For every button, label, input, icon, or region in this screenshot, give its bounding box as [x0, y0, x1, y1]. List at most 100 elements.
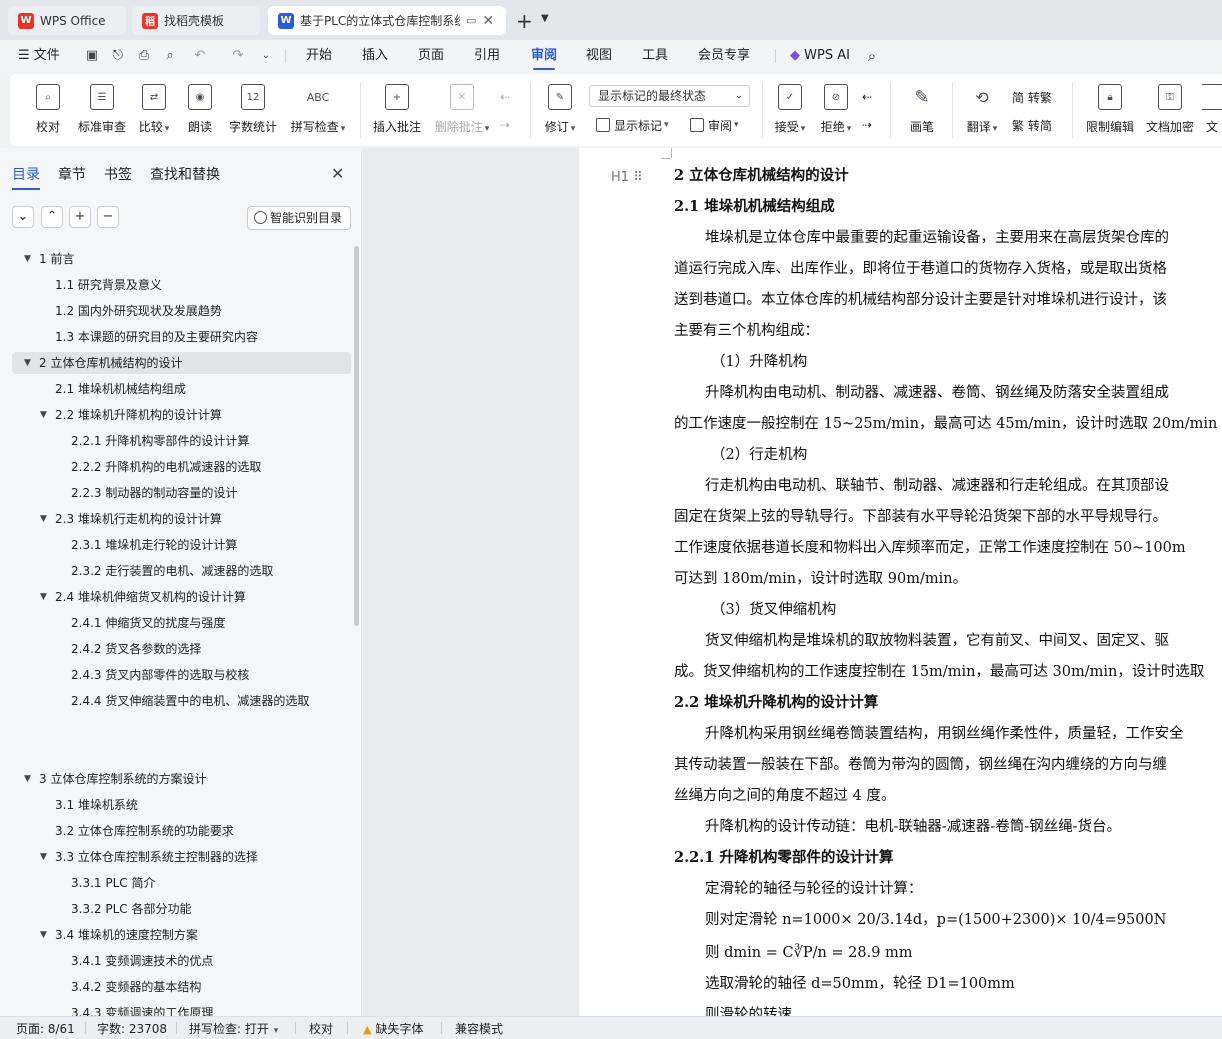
- toc-item[interactable]: 2.1 堆垛机机械结构组成: [0, 378, 350, 400]
- tab-bookmarks[interactable]: 书签: [104, 164, 132, 184]
- translate-button[interactable]: ⟲ 翻译 ▾: [964, 80, 1000, 140]
- collapse-up-button[interactable]: ⌃: [41, 206, 63, 228]
- toc-item[interactable]: 1.3 本课题的研究目的及主要研究内容: [0, 326, 350, 348]
- to-simplified-button[interactable]: 繁 转简: [1012, 114, 1052, 136]
- toc-item[interactable]: ▼ 2.3 堆垛机行走机构的设计计算: [0, 508, 350, 530]
- scrollbar[interactable]: [354, 246, 359, 626]
- tab-document[interactable]: W 基于PLC的立体式仓库控制系统 ▭ ✕: [268, 6, 506, 35]
- toc-item[interactable]: 2.3.1 堆垛机走行轮的设计计算: [0, 534, 350, 556]
- file-menu[interactable]: ☰ 文件: [18, 40, 60, 72]
- read-aloud-button[interactable]: ◉ 朗读: [184, 80, 216, 140]
- toc-item[interactable]: 3.3.2 PLC 各部分功能: [0, 898, 350, 920]
- proofread-status[interactable]: 校对: [309, 1020, 333, 1037]
- expand-toggle-icon[interactable]: ▼: [24, 248, 31, 270]
- toc-item[interactable]: 2.2.1 升降机构零部件的设计计算: [0, 430, 350, 452]
- menu-item-insert[interactable]: 插入: [362, 40, 388, 72]
- tab-chapters[interactable]: 章节: [58, 164, 86, 184]
- close-icon[interactable]: ✕: [331, 164, 344, 183]
- close-tab-icon[interactable]: ✕: [482, 13, 494, 29]
- delete-comment-button[interactable]: ✕ 删除批注 ▾: [432, 80, 492, 140]
- wps-ai-button[interactable]: ◆ WPS AI: [790, 40, 850, 72]
- menu-item-view[interactable]: 视图: [586, 40, 612, 72]
- toc-item[interactable]: 1.1 研究背景及意义: [0, 274, 350, 296]
- expand-toggle-icon[interactable]: ▼: [24, 352, 31, 374]
- previous-comment-icon[interactable]: ⇠: [500, 86, 510, 108]
- spell-check-button[interactable]: ABC 拼写检查 ▾: [288, 80, 348, 140]
- toc-item[interactable]: 3.1 堆垛机系统: [0, 794, 350, 816]
- menu-item-home[interactable]: 开始: [306, 40, 332, 72]
- standard-review-button[interactable]: ☰ 标准审查: [76, 80, 128, 140]
- doc-encrypt-button[interactable]: ⚿ 文档加密: [1144, 80, 1196, 140]
- document-area[interactable]: H1 ⠿ 2 立体仓库机械结构的设计 2.1 堆垛机机械结构组成 堆垛机是立体仓库中…: [363, 148, 1222, 1016]
- word-count-status[interactable]: 字数: 23708: [97, 1020, 167, 1037]
- share-icon[interactable]: ⎋: [110, 48, 126, 64]
- expand-toggle-icon[interactable]: ▼: [40, 924, 47, 946]
- accept-button[interactable]: ✓ 接受 ▾: [772, 80, 808, 140]
- review-pane-button[interactable]: 审阅 ▾: [690, 114, 739, 136]
- markup-state-select[interactable]: 显示标记的最终状态 ⌄: [589, 85, 750, 107]
- toc-item[interactable]: ▼ 3.4 堆垛机的速度控制方案: [0, 924, 350, 946]
- insert-comment-button[interactable]: + 插入批注: [372, 80, 422, 140]
- doc-more-button[interactable]: 文: [1202, 80, 1222, 140]
- search-icon[interactable]: ⌕: [864, 48, 880, 64]
- menu-item-references[interactable]: 引用: [474, 40, 500, 72]
- expand-toggle-icon[interactable]: ▼: [40, 846, 47, 868]
- toc-item[interactable]: 1.2 国内外研究现状及发展趋势: [0, 300, 350, 322]
- tab-find-replace[interactable]: 查找和替换: [150, 164, 220, 184]
- toc-item[interactable]: 3.4.1 变频调速技术的优点: [0, 950, 350, 972]
- save-icon[interactable]: ▣: [84, 48, 100, 64]
- toc-item[interactable]: 3.3.1 PLC 简介: [0, 872, 350, 894]
- toc-item[interactable]: 2.4.2 货叉各参数的选择: [0, 638, 350, 660]
- menu-item-tools[interactable]: 工具: [642, 40, 668, 72]
- toc-item[interactable]: ▼ 2 立体仓库机械结构的设计: [12, 352, 351, 374]
- expand-toggle-icon[interactable]: ▼: [40, 508, 47, 530]
- heading-marker[interactable]: H1 ⠿: [611, 170, 643, 185]
- expand-toggle-icon[interactable]: ▼: [40, 404, 47, 426]
- toc-item[interactable]: ▼ 3 立体仓库控制系统的方案设计: [0, 768, 350, 790]
- toc-item[interactable]: 2.2.3 制动器的制动容量的设计: [0, 482, 350, 504]
- next-change-icon[interactable]: ⇢: [862, 114, 872, 136]
- tab-wps-office[interactable]: W WPS Office: [8, 6, 126, 35]
- collapse-down-button[interactable]: ⌄: [12, 206, 34, 228]
- toc-item[interactable]: ▼ 3.3 立体仓库控制系统主控制器的选择: [0, 846, 350, 868]
- toc-item[interactable]: 2.3.2 走行装置的电机、减速器的选取: [0, 560, 350, 582]
- word-count-button[interactable]: 12 字数统计: [228, 80, 278, 140]
- reject-button[interactable]: ⊘ 拒绝 ▾: [818, 80, 854, 140]
- next-comment-icon[interactable]: ⇢: [500, 114, 510, 136]
- tab-toc[interactable]: 目录: [12, 164, 40, 190]
- add-heading-button[interactable]: +: [69, 206, 91, 228]
- toc-item[interactable]: ▼ 2.4 堆垛机伸缩货叉机构的设计计算: [0, 586, 350, 608]
- document-page[interactable]: H1 ⠿ 2 立体仓库机械结构的设计 2.1 堆垛机机械结构组成 堆垛机是立体仓库中…: [579, 148, 1222, 1016]
- toc-item[interactable]: 3.2 立体仓库控制系统的功能要求: [0, 820, 350, 842]
- page-indicator[interactable]: 页面: 8/61: [16, 1020, 75, 1037]
- expand-toggle-icon[interactable]: ▼: [24, 768, 31, 790]
- tab-list-chevron-icon[interactable]: ▼: [541, 13, 549, 24]
- toc-item[interactable]: 2.4.4 货叉伸缩装置中的电机、减速器的选取: [0, 690, 350, 712]
- proofread-button[interactable]: ⌕ 校对: [32, 80, 64, 140]
- menu-item-review[interactable]: 审阅: [531, 40, 557, 72]
- window-icon[interactable]: ▭: [466, 14, 476, 27]
- remove-heading-button[interactable]: −: [97, 206, 119, 228]
- menu-item-page[interactable]: 页面: [418, 40, 444, 72]
- missing-fonts-status[interactable]: ▲ 缺失字体: [363, 1020, 423, 1037]
- toc-item[interactable]: ▼ 2.2 堆垛机升降机构的设计计算: [0, 404, 350, 426]
- show-markup-button[interactable]: 显示标记 ▾: [596, 114, 669, 136]
- spell-check-status[interactable]: 拼写检查: 打开 ▾: [189, 1020, 278, 1037]
- toc-item[interactable]: 2.4.3 货叉内部零件的选取与校核: [0, 664, 350, 686]
- previous-change-icon[interactable]: ⇠: [862, 86, 872, 108]
- restrict-edit-button[interactable]: 🔒︎ 限制编辑: [1084, 80, 1136, 140]
- toc-item[interactable]: 3.4.2 变频器的基本结构: [0, 976, 350, 998]
- undo-icon[interactable]: ↶: [192, 48, 208, 64]
- toc-item[interactable]: 2.2.2 升降机构的电机减速器的选取: [0, 456, 350, 478]
- redo-icon[interactable]: ↷: [230, 48, 246, 64]
- new-tab-icon[interactable]: +: [516, 9, 533, 33]
- print-icon[interactable]: ⎙: [136, 48, 152, 64]
- more-chevron-icon[interactable]: ⌄: [258, 48, 274, 64]
- toc-item[interactable]: ▼ 1 前言: [0, 248, 350, 270]
- expand-toggle-icon[interactable]: ▼: [40, 586, 47, 608]
- pen-button[interactable]: ✎ 画笔: [906, 80, 938, 140]
- compare-button[interactable]: ⇄ 比较 ▾: [134, 80, 174, 140]
- tab-template[interactable]: 稻 找稻壳模板: [132, 6, 260, 35]
- track-changes-button[interactable]: ✎ 修订 ▾: [540, 80, 580, 140]
- toc-item[interactable]: 3.4.3 变频调速的工作原理: [0, 1002, 350, 1016]
